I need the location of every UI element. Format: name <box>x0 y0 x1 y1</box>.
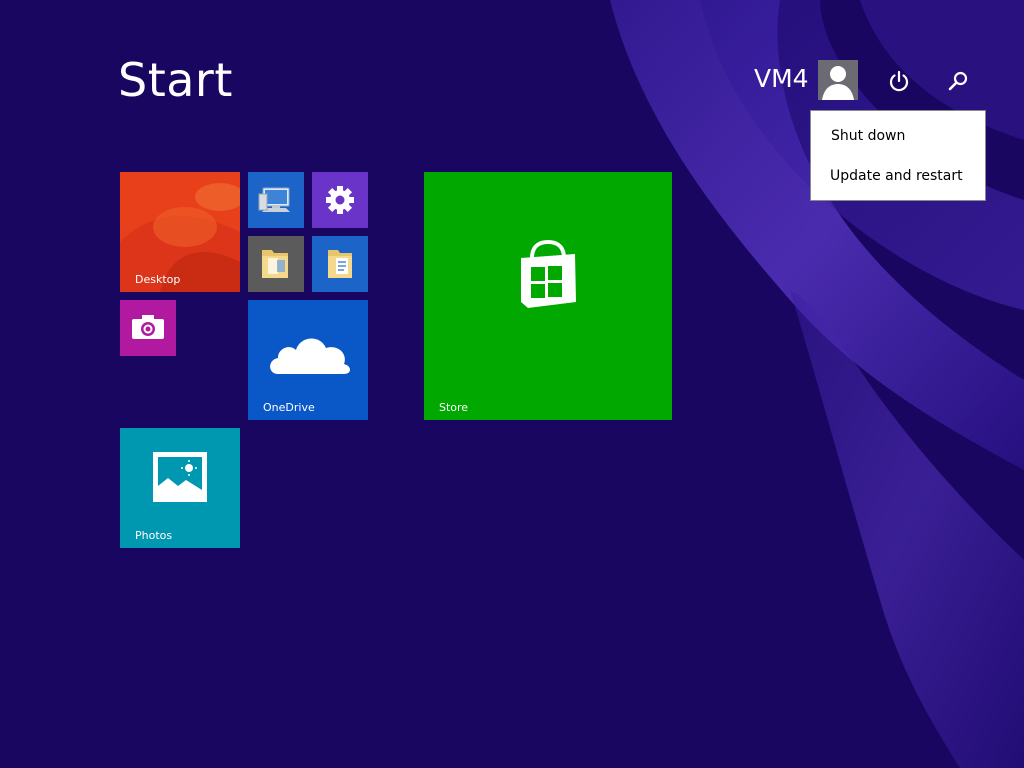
tile-documents[interactable] <box>312 236 368 292</box>
tile-label: Store <box>439 401 469 414</box>
camera-icon <box>132 315 164 339</box>
power-button[interactable] <box>884 66 914 96</box>
tile-label: Desktop <box>135 273 181 286</box>
tile-camera[interactable] <box>120 300 176 356</box>
start-screen: Start VM4 Shut down Update and restart D… <box>0 0 1024 768</box>
shopping-bag-icon <box>521 239 576 308</box>
search-button[interactable] <box>943 66 973 96</box>
tile-settings[interactable] <box>312 172 368 228</box>
page-title: Start <box>118 53 233 107</box>
search-icon <box>948 71 968 91</box>
gear-icon <box>326 186 354 214</box>
tile-onedrive[interactable]: OneDrive <box>248 300 368 420</box>
computer-icon <box>258 187 290 212</box>
tile-desktop[interactable]: Desktop <box>120 172 240 292</box>
user-avatar-icon[interactable] <box>818 60 858 100</box>
user-name[interactable]: VM4 <box>754 62 809 96</box>
update-and-restart-menu-item[interactable]: Update and restart <box>811 166 985 186</box>
tile-photos[interactable]: Photos <box>120 428 240 548</box>
tile-store[interactable]: Store <box>424 172 672 420</box>
tile-file-explorer[interactable] <box>248 236 304 292</box>
power-menu: Shut down Update and restart <box>810 110 986 201</box>
shut-down-menu-item[interactable]: Shut down <box>811 126 985 146</box>
documents-folder-icon <box>328 250 352 278</box>
tile-label: OneDrive <box>263 401 315 414</box>
tile-computer[interactable] <box>248 172 304 228</box>
tile-label: Photos <box>135 529 173 542</box>
power-icon <box>889 70 909 92</box>
folder-icon <box>262 250 288 278</box>
person-icon <box>822 66 854 100</box>
